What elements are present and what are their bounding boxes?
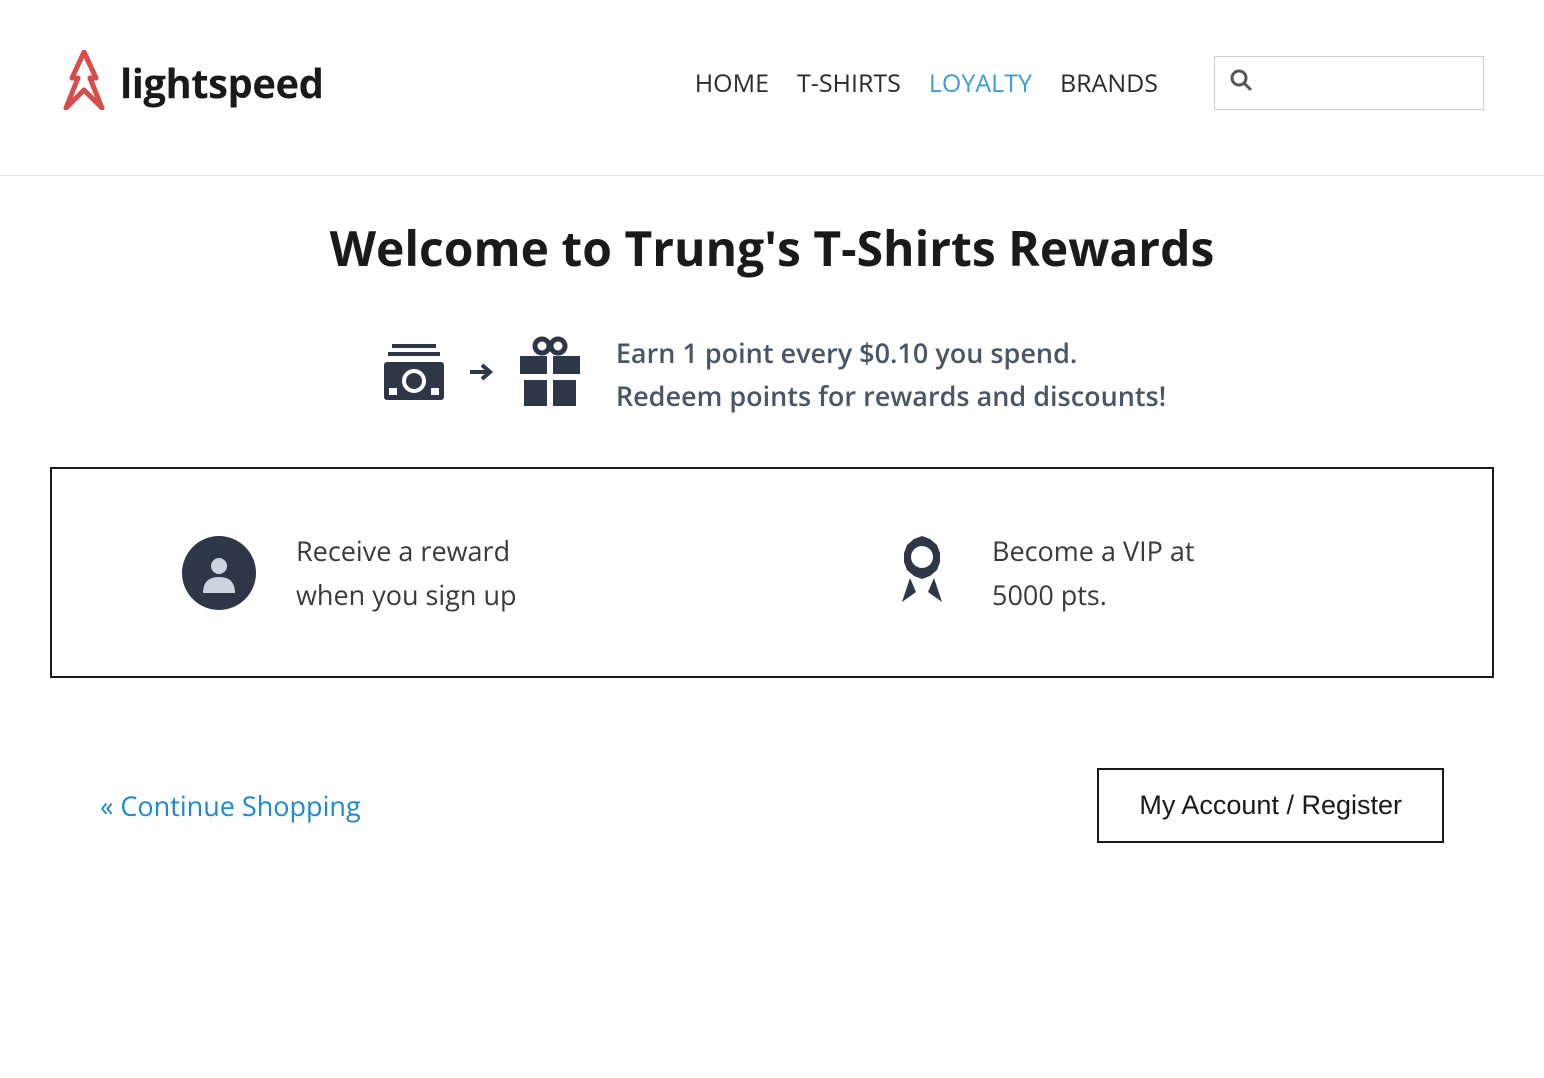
earn-text-block: Earn 1 point every $0.10 you spend. Rede… bbox=[616, 331, 1166, 417]
search-box[interactable] bbox=[1214, 56, 1484, 110]
info-box: Receive a reward when you sign up Become… bbox=[50, 467, 1494, 677]
account-register-button[interactable]: My Account / Register bbox=[1097, 768, 1444, 843]
signup-line2: when you sign up bbox=[296, 573, 517, 616]
search-icon bbox=[1229, 68, 1253, 97]
nav-home[interactable]: HOME bbox=[695, 66, 769, 100]
vip-line2: 5000 pts. bbox=[992, 573, 1195, 616]
main-nav: HOME T-SHIRTS LOYALTY BRANDS bbox=[695, 56, 1484, 110]
logo[interactable]: lightspeed bbox=[60, 50, 323, 115]
page-title: Welcome to Trung's T-Shirts Rewards bbox=[50, 216, 1494, 281]
footer: « Continue Shopping My Account / Registe… bbox=[50, 718, 1494, 893]
vip-item: Become a VIP at 5000 pts. bbox=[832, 529, 1442, 615]
arrow-right-icon bbox=[470, 362, 494, 387]
logo-text: lightspeed bbox=[120, 55, 323, 110]
earn-row: Earn 1 point every $0.10 you spend. Rede… bbox=[50, 331, 1494, 417]
earn-line1: Earn 1 point every $0.10 you spend. bbox=[616, 331, 1166, 374]
nav-loyalty[interactable]: LOYALTY bbox=[929, 66, 1032, 100]
header: lightspeed HOME T-SHIRTS LOYALTY BRANDS bbox=[0, 0, 1544, 176]
search-input[interactable] bbox=[1261, 71, 1469, 94]
signup-line1: Receive a reward bbox=[296, 529, 517, 572]
badge-icon bbox=[892, 532, 952, 613]
money-icon bbox=[378, 340, 450, 409]
continue-shopping-link[interactable]: « Continue Shopping bbox=[100, 787, 361, 824]
earn-icons bbox=[378, 336, 586, 413]
gift-icon bbox=[514, 336, 586, 413]
vip-line1: Become a VIP at bbox=[992, 529, 1195, 572]
user-icon bbox=[182, 536, 256, 610]
signup-reward-item: Receive a reward when you sign up bbox=[102, 529, 732, 615]
nav-tshirts[interactable]: T-SHIRTS bbox=[797, 66, 901, 100]
lightspeed-logo-icon bbox=[60, 50, 108, 115]
main-content: Welcome to Trung's T-Shirts Rewards bbox=[0, 176, 1544, 893]
nav-brands[interactable]: BRANDS bbox=[1060, 66, 1158, 100]
earn-line2: Redeem points for rewards and discounts! bbox=[616, 374, 1166, 417]
signup-text-block: Receive a reward when you sign up bbox=[296, 529, 517, 615]
vip-text-block: Become a VIP at 5000 pts. bbox=[992, 529, 1195, 615]
